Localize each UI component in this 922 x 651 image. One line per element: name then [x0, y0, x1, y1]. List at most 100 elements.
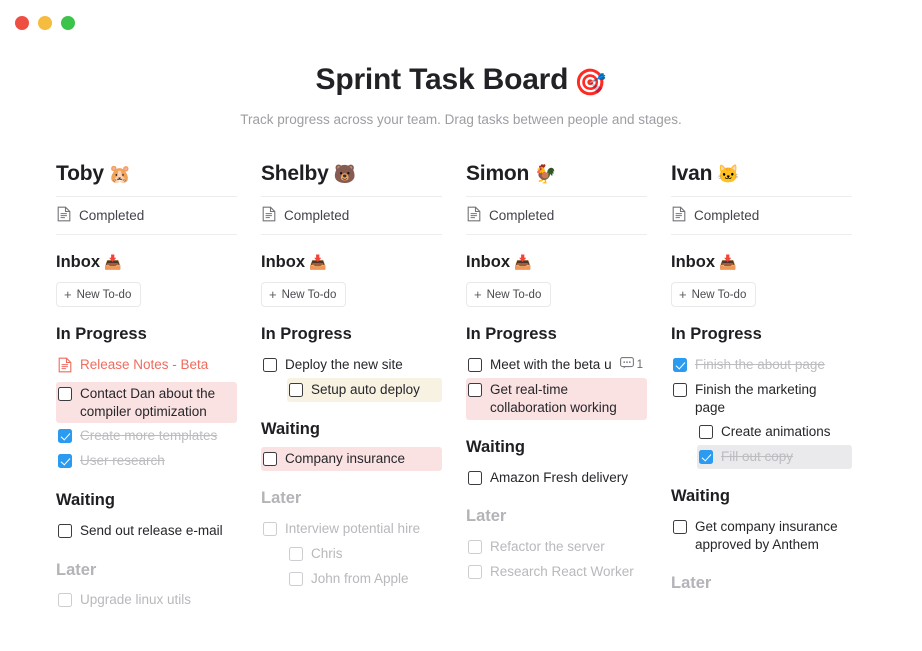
section-header-later: Later — [56, 560, 97, 579]
person-avatar-emoji: 🐱 — [717, 164, 740, 185]
task-row[interactable]: Release Notes - Beta — [56, 353, 237, 381]
task-row[interactable]: Get real-time collaboration working — [466, 378, 647, 420]
task-checkbox[interactable] — [673, 382, 687, 397]
section-header-waiting: Waiting — [56, 491, 115, 510]
task-list: Amazon Fresh delivery — [466, 466, 647, 490]
new-todo-label: New To-do — [281, 288, 337, 301]
completed-label: Completed — [284, 208, 350, 224]
task-label: Finish the about page — [695, 356, 825, 372]
task-row[interactable]: Amazon Fresh delivery — [466, 466, 647, 490]
task-checkbox-checked[interactable] — [699, 450, 713, 465]
task-label: Setup auto deploy — [311, 381, 420, 397]
inbox-tray-icon: 📥 — [309, 254, 327, 271]
inbox-label: Inbox — [261, 253, 305, 272]
new-todo-button[interactable]: + New To-do — [261, 282, 347, 308]
person-name: Toby 🐹 — [56, 161, 237, 186]
comment-count-badge[interactable]: 1 — [619, 357, 643, 374]
page-header: Sprint Task Board 🎯 Track progress across… — [0, 46, 922, 127]
task-checkbox[interactable] — [263, 522, 277, 536]
task-checkbox[interactable] — [263, 357, 277, 372]
task-row[interactable]: Create more templates — [56, 424, 237, 448]
traffic-light-group — [15, 16, 75, 30]
plus-icon: + — [679, 287, 687, 303]
task-label: Get real-time collaboration working — [490, 382, 617, 415]
task-label: Fill out copy — [721, 449, 794, 465]
new-todo-button[interactable]: + New To-do — [56, 282, 142, 308]
section-header-waiting: Waiting — [261, 419, 320, 438]
section-header-later: Later — [466, 507, 507, 526]
task-row[interactable]: Create animations — [697, 420, 852, 444]
inbox-label: Inbox — [466, 253, 510, 272]
task-label: Interview potential hire — [285, 521, 421, 536]
task-label: Research React Worker — [490, 563, 634, 579]
task-row[interactable]: Upgrade linux utils — [56, 588, 237, 612]
task-checkbox[interactable] — [58, 593, 72, 608]
task-checkbox[interactable] — [263, 452, 277, 467]
task-checkbox[interactable] — [468, 564, 482, 579]
completed-label: Completed — [694, 208, 760, 224]
inbox-tray-icon: 📥 — [514, 254, 532, 271]
task-row[interactable]: Setup auto deploy — [287, 377, 442, 402]
person-column: Simon 🐓 Completed Inbox 📥 + New To-do In Progre… — [466, 161, 671, 613]
task-checkbox[interactable] — [58, 386, 72, 401]
new-todo-button[interactable]: + New To-do — [671, 282, 757, 308]
task-checkbox[interactable] — [673, 519, 687, 534]
task-row[interactable]: Research React Worker — [466, 560, 647, 584]
section-header-in-progress: In Progress — [671, 325, 762, 344]
task-row[interactable]: Company insurance — [261, 447, 442, 472]
inbox-label: Inbox — [56, 253, 100, 272]
task-row[interactable]: Get company insurance approved by Anthem — [671, 515, 852, 557]
section-header-in-progress: In Progress — [466, 325, 557, 344]
completed-section-link[interactable]: Completed — [56, 196, 237, 236]
task-checkbox[interactable] — [468, 470, 482, 485]
section-header-later: Later — [261, 489, 302, 508]
task-label: Deploy the new site — [285, 356, 403, 372]
completed-section-link[interactable]: Completed — [466, 196, 647, 236]
close-window-button[interactable] — [15, 16, 29, 30]
document-icon — [672, 206, 686, 225]
maximize-window-button[interactable] — [61, 16, 75, 30]
dart-target-icon: 🎯 — [574, 67, 607, 97]
task-checkbox[interactable] — [468, 357, 482, 372]
task-checkbox[interactable] — [289, 382, 303, 397]
new-todo-label: New To-do — [486, 288, 542, 301]
task-label: John from Apple — [311, 570, 409, 586]
task-row[interactable]: Send out release e-mail — [56, 519, 237, 543]
task-row[interactable]: Meet with the beta users 1 — [466, 353, 647, 377]
completed-section-link[interactable]: Completed — [261, 196, 442, 236]
section-header-inbox: Inbox 📥 — [466, 253, 647, 273]
person-avatar-emoji: 🐻 — [333, 164, 356, 185]
window-titlebar — [0, 0, 922, 46]
task-label: User research — [80, 453, 165, 469]
task-label: Chris — [311, 545, 343, 561]
task-row[interactable]: Finish the marketing page — [671, 378, 852, 420]
task-row[interactable]: Interview potential hire — [261, 517, 442, 541]
task-checkbox-checked[interactable] — [673, 357, 687, 372]
task-label: Create animations — [721, 424, 831, 440]
minimize-window-button[interactable] — [38, 16, 52, 30]
task-row[interactable]: Deploy the new site — [261, 353, 442, 377]
plus-icon: + — [269, 287, 277, 303]
task-row[interactable]: Fill out copy — [697, 445, 852, 470]
task-row[interactable]: Finish the about page — [671, 353, 852, 377]
completed-section-link[interactable]: Completed — [671, 196, 852, 236]
new-todo-button[interactable]: + New To-do — [466, 282, 552, 308]
task-label: Get company insurance approved by Anthem — [695, 518, 838, 552]
task-checkbox-checked[interactable] — [58, 454, 72, 469]
task-row[interactable]: Chris — [287, 542, 442, 566]
task-checkbox[interactable] — [58, 523, 72, 538]
task-checkbox[interactable] — [289, 546, 303, 561]
task-checkbox[interactable] — [468, 383, 482, 398]
inbox-label: Inbox — [671, 253, 715, 272]
task-checkbox[interactable] — [468, 540, 482, 555]
page-subtitle: Track progress across your team. Drag ta… — [240, 112, 682, 128]
task-checkbox[interactable] — [289, 571, 303, 586]
document-icon — [262, 206, 276, 225]
task-label: Contact Dan about the compiler optimizat… — [80, 385, 216, 419]
task-checkbox-checked[interactable] — [58, 429, 72, 444]
task-checkbox[interactable] — [699, 425, 713, 440]
task-row[interactable]: John from Apple — [287, 567, 442, 591]
task-row[interactable]: Contact Dan about the compiler optimizat… — [56, 381, 237, 424]
task-row[interactable]: User research — [56, 449, 237, 473]
task-row[interactable]: Refactor the server — [466, 535, 647, 559]
